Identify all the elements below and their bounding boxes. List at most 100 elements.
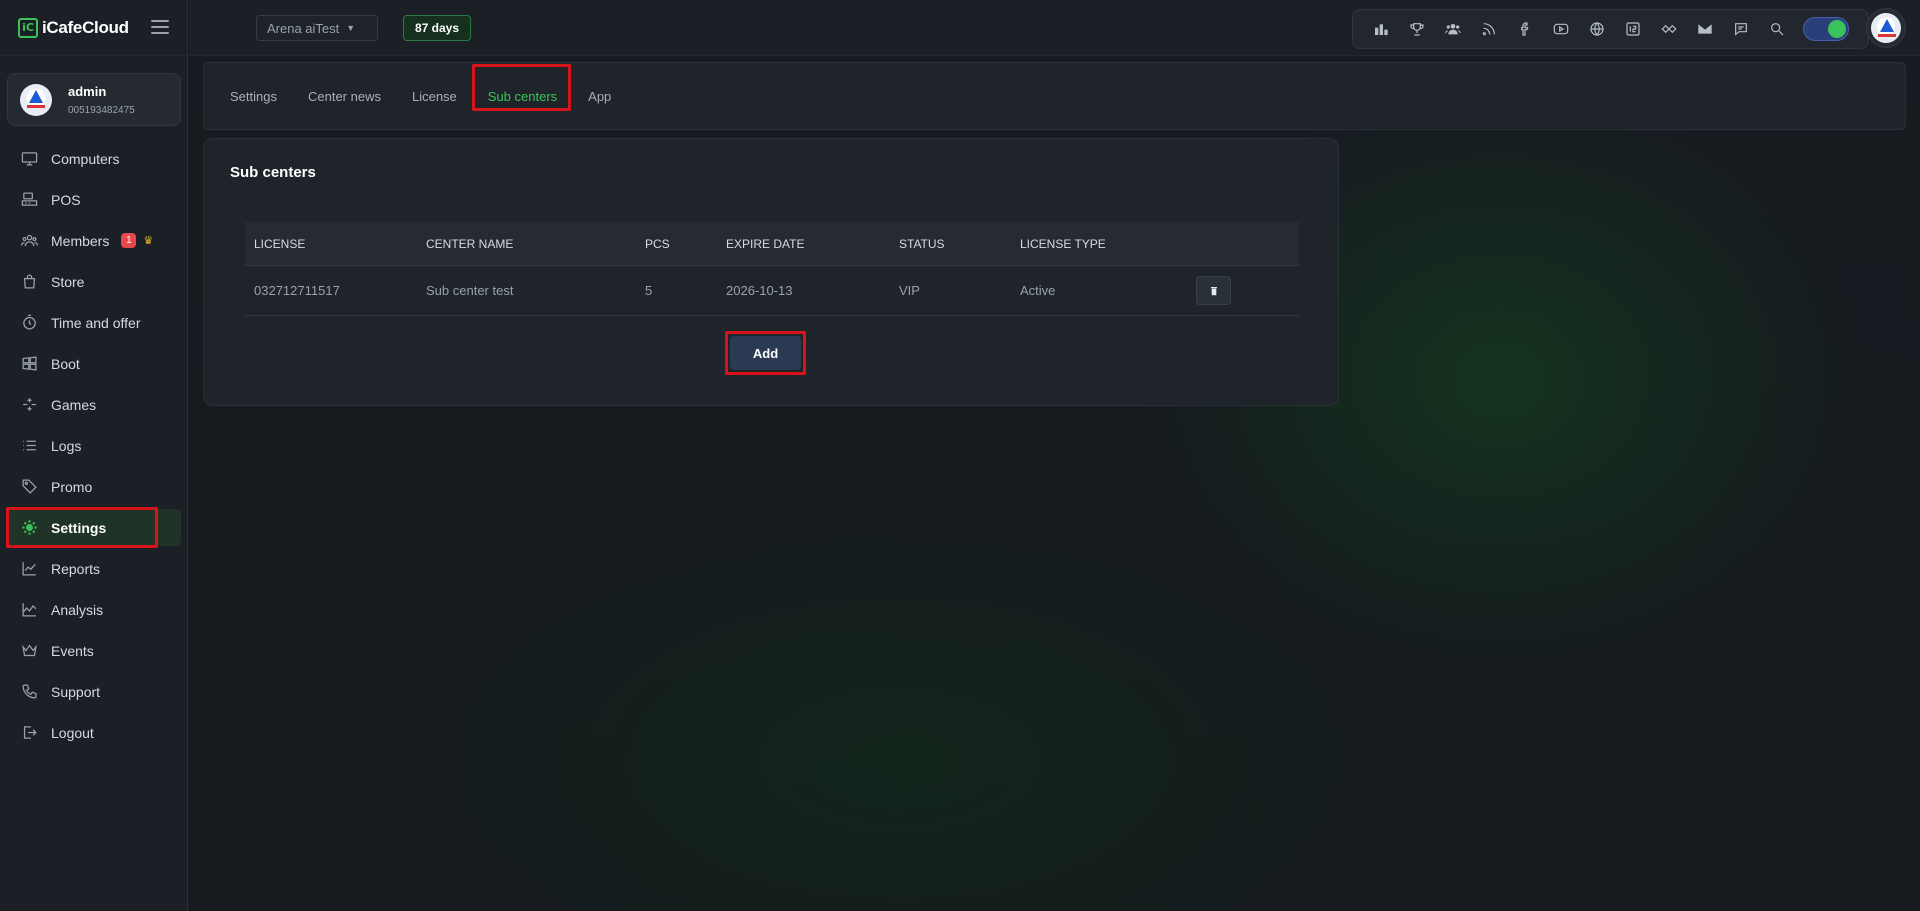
table-row: 032712711517 Sub center test 5 2026-10-1… [245, 266, 1299, 316]
sidebar-item-pos[interactable]: POS [7, 181, 181, 218]
youtube-icon[interactable] [1543, 15, 1579, 43]
sidebar-nav: Computers POS Members 1 ♛ Store Time and… [0, 140, 188, 755]
add-sub-center-button[interactable]: Add [730, 336, 801, 370]
quick-toolbar [1352, 9, 1869, 49]
sidebar-item-label: Logout [51, 724, 94, 741]
tab-license[interactable]: License [412, 89, 457, 104]
rss-icon[interactable] [1471, 15, 1507, 43]
center-select-value: Arena aiTest [267, 20, 340, 36]
hamburger-menu-icon[interactable] [150, 17, 170, 37]
globe-icon[interactable] [1579, 15, 1615, 43]
tab-center-news[interactable]: Center news [308, 89, 381, 104]
center-select-dropdown[interactable]: Arena aiTest ▼ [256, 15, 378, 41]
cell-status: VIP [899, 283, 920, 298]
sidebar-item-label: Computers [51, 150, 120, 167]
icafe-icon[interactable] [1615, 15, 1651, 43]
sidebar-item-events[interactable]: Events [7, 632, 181, 669]
mail-icon[interactable] [1687, 15, 1723, 43]
logout-icon [20, 724, 38, 742]
sub-centers-panel: Sub centers LICENSE CENTER NAME PCS EXPI… [203, 138, 1339, 406]
trophy-icon[interactable] [1399, 15, 1435, 43]
line-chart-icon [20, 560, 38, 578]
cell-license-type: Active [1020, 283, 1056, 298]
sidebar-item-settings[interactable]: Settings [6, 507, 181, 548]
cell-expire-date: 2026-10-13 [726, 283, 793, 298]
highlight-box [471, 63, 571, 111]
sidebar-item-support[interactable]: Support [7, 673, 181, 710]
chevron-down-icon: ▼ [346, 23, 356, 33]
store-icon [20, 273, 38, 291]
sidebar-item-boot[interactable]: Boot [7, 345, 181, 382]
sidebar-item-computers[interactable]: Computers [7, 140, 181, 177]
license-days-badge: 87 days [403, 15, 472, 41]
facebook-icon[interactable] [1507, 15, 1543, 43]
ranking-icon[interactable] [1363, 15, 1399, 43]
tab-app[interactable]: App [588, 89, 611, 104]
background [0, 0, 1920, 911]
sidebar-item-logout[interactable]: Logout [7, 714, 181, 751]
crown-icon [20, 642, 38, 660]
highlight-box [6, 507, 158, 548]
members-icon [20, 232, 38, 250]
sidebar-item-label: POS [51, 191, 81, 208]
sidebar-item-label: Support [51, 683, 101, 700]
search-icon[interactable] [1759, 15, 1795, 43]
column-header: STATUS [899, 236, 945, 251]
list-icon [20, 437, 38, 455]
group-icon[interactable] [1435, 15, 1471, 43]
sidebar-item-store[interactable]: Store [7, 263, 181, 300]
sidebar-item-label: Analysis [51, 601, 104, 618]
highlight-box: Add [725, 331, 806, 375]
brand-name: iCafeCloud [42, 17, 129, 37]
user-id: 005193482475 [68, 104, 135, 116]
sub-centers-table: LICENSE CENTER NAME PCS EXPIRE DATE STAT… [245, 222, 1299, 316]
chat-icon[interactable] [1723, 15, 1759, 43]
sidebar-item-label: Games [51, 396, 97, 413]
sidebar-item-analysis[interactable]: Analysis [7, 591, 181, 628]
user-name: admin [68, 83, 107, 99]
sidebar-item-label: Store [51, 273, 85, 290]
settings-tabs: Settings Center news License Sub centers… [203, 62, 1906, 130]
area-chart-icon [20, 601, 38, 619]
trash-icon [1210, 286, 1217, 295]
sidebar-item-reports[interactable]: Reports [7, 550, 181, 587]
sidebar-item-label: Logs [51, 437, 82, 454]
tab-sub-centers[interactable]: Sub centers [471, 63, 571, 111]
cell-license: 032712711517 [254, 283, 340, 298]
profile-avatar[interactable] [1866, 8, 1906, 48]
column-header: LICENSE TYPE [1020, 236, 1106, 251]
sidebar-item-games[interactable]: Games [7, 386, 181, 423]
column-header: PCS [645, 236, 670, 251]
delete-button[interactable] [1196, 276, 1231, 305]
cell-center-name: Sub center test [426, 283, 514, 298]
gamepad-icon [20, 396, 38, 414]
sidebar-item-label: Events [51, 642, 94, 659]
phone-icon [20, 683, 38, 701]
top-bar: Arena aiTest ▼ 87 days [189, 0, 1920, 56]
theme-toggle[interactable] [1803, 17, 1849, 41]
notification-badge: 1 [121, 233, 137, 248]
tab-settings[interactable]: Settings [230, 89, 277, 104]
tag-icon [20, 478, 38, 496]
column-header: CENTER NAME [426, 236, 514, 251]
avatar [20, 83, 52, 116]
crown-icon: ♛ [143, 235, 154, 247]
column-header: EXPIRE DATE [726, 236, 805, 251]
pos-icon [20, 191, 38, 209]
sidebar-item-label: Members [51, 232, 110, 249]
sidebar-item-members[interactable]: Members 1 ♛ [7, 222, 181, 259]
windows-icon [20, 355, 38, 373]
handshake-icon[interactable] [1651, 15, 1687, 43]
sidebar-item-label: Boot [51, 355, 80, 372]
sidebar-item-promo[interactable]: Promo [7, 468, 181, 505]
timer-icon [20, 314, 38, 332]
sidebar: iC iCafeCloud admin 005193482475 Compute… [0, 0, 188, 911]
monitor-icon [20, 150, 38, 168]
column-header: LICENSE [254, 236, 306, 251]
sidebar-item-label: Reports [51, 560, 101, 577]
user-card[interactable]: admin 005193482475 [7, 73, 181, 126]
table-header: LICENSE CENTER NAME PCS EXPIRE DATE STAT… [245, 222, 1299, 266]
sidebar-item-logs[interactable]: Logs [7, 427, 181, 464]
sidebar-item-label: Promo [51, 478, 93, 495]
sidebar-item-time-and-offer[interactable]: Time and offer [7, 304, 181, 341]
